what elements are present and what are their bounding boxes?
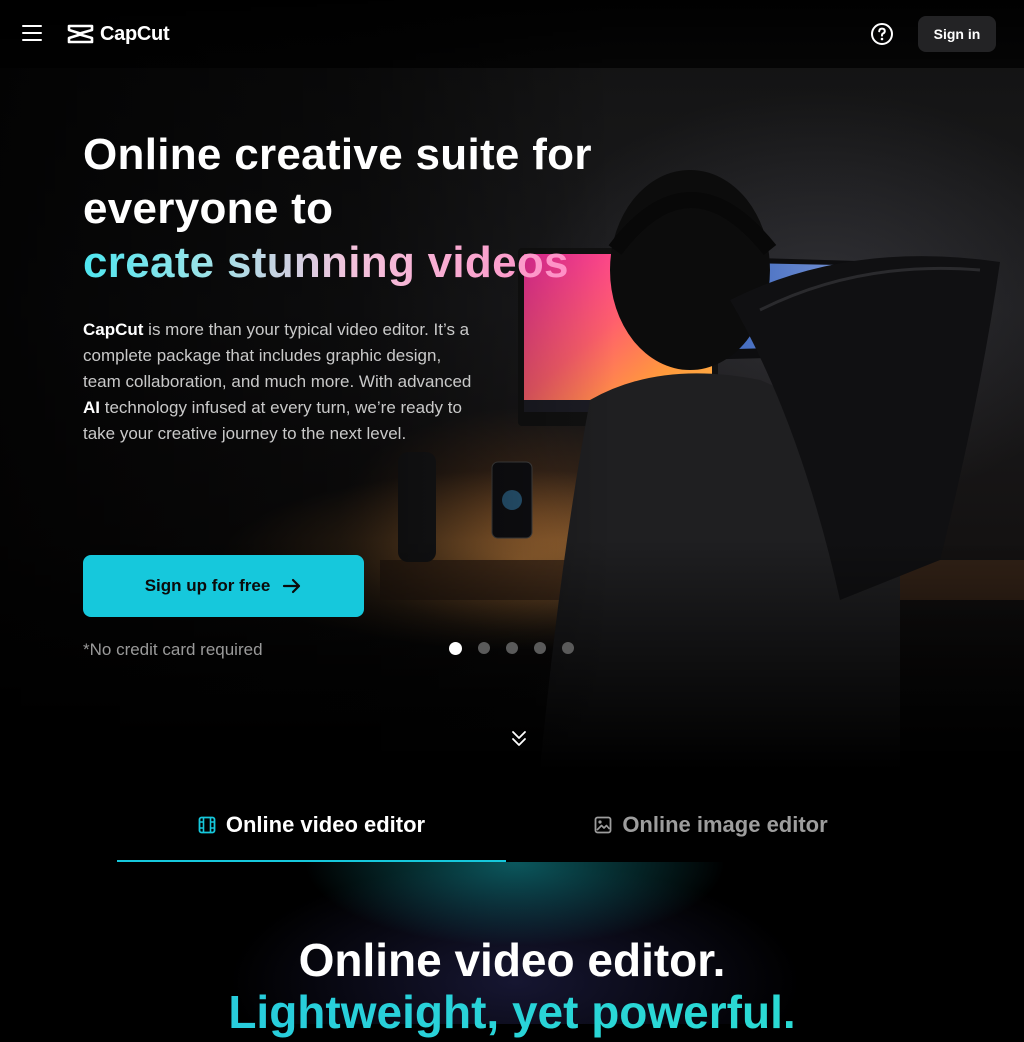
capcut-logo-icon xyxy=(67,24,94,44)
editor-tabs: Online video editor Online image editor xyxy=(117,790,907,862)
top-navigation: CapCut Sign in xyxy=(0,0,1024,68)
sign-in-button[interactable]: Sign in xyxy=(918,16,996,52)
brand-name: CapCut xyxy=(83,320,144,339)
carousel-dot-3[interactable] xyxy=(506,642,518,654)
logo-text: CapCut xyxy=(100,22,170,45)
hero-title-line-2: everyone to xyxy=(83,184,334,233)
tab-label: Online image editor xyxy=(622,812,828,837)
sign-up-button[interactable]: Sign up for free xyxy=(83,555,364,617)
tab-online-image-editor[interactable]: Online image editor xyxy=(506,790,916,860)
tab-label: Online video editor xyxy=(225,812,426,837)
section-subtitle: Lightweight, yet powerful. xyxy=(0,982,1024,1042)
help-icon[interactable] xyxy=(870,22,894,46)
ai-highlight: AI xyxy=(83,398,100,417)
film-icon xyxy=(198,816,216,834)
carousel-dot-1[interactable] xyxy=(449,642,462,655)
image-icon xyxy=(594,816,612,834)
carousel-indicators xyxy=(449,642,574,655)
hero-description: CapCut is more than your typical video e… xyxy=(83,317,475,447)
arrow-right-icon xyxy=(283,578,301,594)
carousel-dot-2[interactable] xyxy=(478,642,490,654)
menu-icon[interactable] xyxy=(22,25,42,43)
section-title: Online video editor. xyxy=(298,934,726,986)
hero-title: Online creative suite for everyone to cr… xyxy=(83,128,683,290)
no-credit-card-note: *No credit card required xyxy=(83,640,263,659)
double-chevron-down-icon[interactable] xyxy=(511,729,527,749)
capcut-logo[interactable]: CapCut xyxy=(67,22,170,46)
carousel-dot-4[interactable] xyxy=(534,642,546,654)
hero-title-line-1: Online creative suite for xyxy=(83,130,592,179)
sign-up-label: Sign up for free xyxy=(144,576,271,595)
carousel-dot-5[interactable] xyxy=(562,642,574,654)
tab-online-video-editor[interactable]: Online video editor xyxy=(117,790,506,862)
description-part-2: technology infused at every turn, we’re … xyxy=(83,398,462,443)
hero-title-highlight: create stunning videos xyxy=(83,238,569,287)
